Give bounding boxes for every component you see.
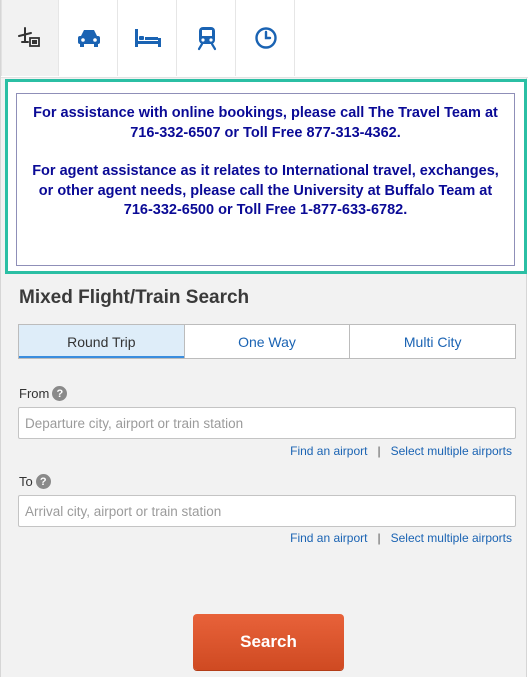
notice-agent-assistance: For agent assistance as it relates to In… xyxy=(32,163,499,218)
trip-type-selector: Round Trip One Way Multi City xyxy=(18,324,516,359)
clock-icon xyxy=(254,26,278,50)
tab-car[interactable] xyxy=(60,0,118,76)
to-input[interactable] xyxy=(18,495,516,527)
search-button[interactable]: Search xyxy=(193,614,344,670)
trip-type-one-way[interactable]: One Way xyxy=(183,325,350,358)
from-find-airport-link[interactable]: Find an airport xyxy=(290,444,367,458)
booking-panel: For assistance with online bookings, ple… xyxy=(0,0,528,677)
from-label-text: From xyxy=(19,386,50,401)
tab-flight[interactable] xyxy=(1,0,59,76)
from-airport-links: Find an airport | Select multiple airpor… xyxy=(290,444,512,458)
notice-online-bookings: For assistance with online bookings, ple… xyxy=(33,105,498,141)
tab-hotel[interactable] xyxy=(119,0,177,76)
to-select-multiple-link[interactable]: Select multiple airports xyxy=(391,531,512,545)
from-help-icon[interactable]: ? xyxy=(52,386,68,401)
flight-hotel-icon xyxy=(17,26,43,50)
bed-icon xyxy=(133,27,163,49)
to-help-icon[interactable]: ? xyxy=(35,474,51,489)
to-label-text: To xyxy=(19,474,33,489)
to-airport-links: Find an airport | Select multiple airpor… xyxy=(290,531,512,545)
trip-type-multi-city[interactable]: Multi City xyxy=(349,325,515,358)
search-heading: Mixed Flight/Train Search xyxy=(19,287,250,308)
tab-train[interactable] xyxy=(178,0,236,76)
booking-type-tabs xyxy=(1,0,528,78)
trip-type-round-trip[interactable]: Round Trip xyxy=(19,325,184,358)
to-find-airport-link[interactable]: Find an airport xyxy=(290,531,367,545)
train-icon xyxy=(196,25,218,51)
to-field-label: To ? xyxy=(19,474,51,489)
assistance-notice: For assistance with online bookings, ple… xyxy=(16,93,515,266)
car-icon xyxy=(76,27,102,49)
link-separator: | xyxy=(377,531,381,545)
link-separator: | xyxy=(377,444,381,458)
tab-recent[interactable] xyxy=(237,0,295,76)
from-select-multiple-link[interactable]: Select multiple airports xyxy=(391,444,512,458)
from-field-label: From ? xyxy=(19,386,68,401)
from-input[interactable] xyxy=(18,407,516,439)
